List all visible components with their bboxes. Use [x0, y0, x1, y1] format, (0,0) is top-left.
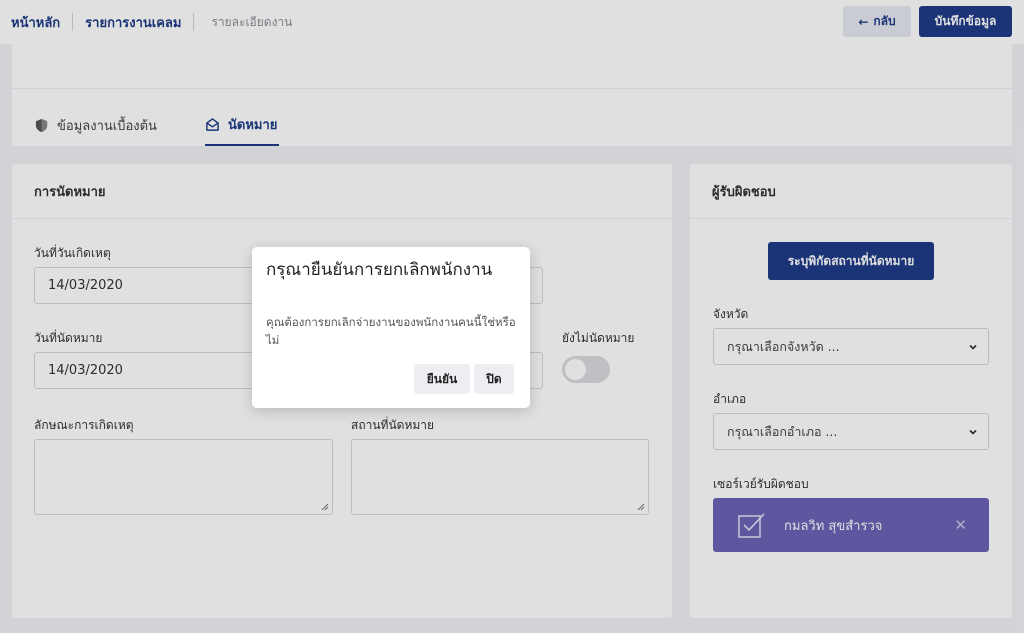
- dialog-actions: ยืนยัน ปิด: [414, 364, 514, 394]
- close-button[interactable]: ปิด: [474, 364, 514, 394]
- dialog-message: คุณต้องการยกเลิกจ่ายงานของพนักงานคนนี้ใช…: [266, 315, 516, 347]
- dialog-title: กรุณายืนยันการยกเลิกพนักงาน: [266, 260, 493, 280]
- confirm-button[interactable]: ยืนยัน: [414, 364, 470, 394]
- confirm-cancel-dialog: กรุณายืนยันการยกเลิกพนักงาน คุณต้องการยก…: [252, 247, 530, 408]
